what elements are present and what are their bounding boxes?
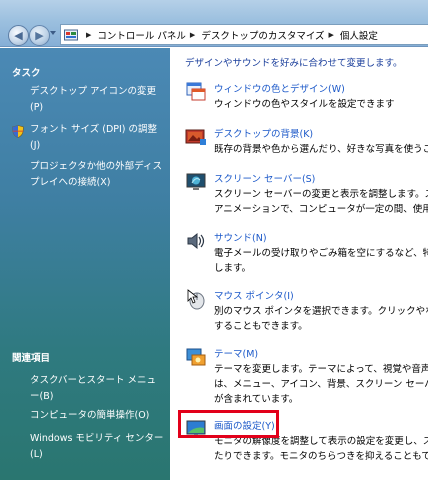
theme-description: テーマを変更します。テーマによって、視覚や音声 は、メニュー、アイコン、背景、ス… [214, 364, 428, 405]
mouse-pointer-link[interactable]: マウス ポインタ(I) [214, 288, 294, 302]
uac-shield-icon [12, 125, 24, 138]
related-mobility-center[interactable]: Windows モビリティ センター(L) [30, 431, 165, 463]
breadcrumb-separator-icon: ▶ [86, 30, 92, 39]
sound-link[interactable]: サウンド(N) [214, 230, 267, 244]
mouse-pointer-icon [187, 289, 205, 310]
personalization-panel: デザインやサウンドを好みに合わせて変更します。 ウィンドウの色とデザイン(W) … [171, 48, 428, 480]
screen-saver-description: スクリーン セーバーの変更と表示を調整します。ス アニメーションで、コンピュータ… [214, 189, 428, 215]
back-button[interactable]: ◀ [8, 25, 29, 46]
tasks-header: タスク [12, 68, 41, 79]
display-settings-highlight-box [178, 410, 279, 438]
theme-link[interactable]: テーマ(M) [214, 346, 258, 360]
forward-button[interactable]: ▶ [29, 25, 50, 46]
back-arrow-icon: ◀ [14, 29, 23, 42]
window-color-icon [186, 82, 206, 101]
desktop-background-description: 既存の背景や色から選んだり、好きな写真を使うこ [214, 144, 428, 155]
related-taskbar-start-menu[interactable]: タスクバーとスタート メニュー(B) [30, 373, 165, 405]
desktop-background-icon [185, 129, 206, 145]
breadcrumb-personalization[interactable]: 個人設定 [340, 28, 378, 42]
breadcrumb-control-panel[interactable]: コントロール パネル [97, 28, 186, 42]
related-ease-of-access[interactable]: コンピュータの簡単操作(O) [30, 408, 165, 424]
page-intro-text: デザインやサウンドを好みに合わせて変更します。 [185, 58, 403, 69]
related-header: 関連項目 [12, 353, 51, 364]
window-title-bar: ◀ ▶ ▶ コントロール パネル ▶ デスクトップのカスタマイズ ▶ 個人設定 [0, 0, 428, 47]
window-color-description: ウィンドウの色やスタイルを設定できます [214, 99, 395, 110]
task-sidebar: タスク デスクトップ アイコンの変更(P) フォント サイズ (DPI) の調整… [0, 48, 170, 480]
task-adjust-font-size-dpi[interactable]: フォント サイズ (DPI) の調整(J) [30, 122, 165, 154]
theme-icon [186, 348, 206, 366]
breadcrumb-separator-icon: ▶ [189, 30, 196, 39]
control-panel-icon [64, 29, 78, 40]
task-connect-projector[interactable]: プロジェクタか他の外部ディスプレイへの接続(X) [30, 159, 165, 191]
sound-speaker-icon [187, 232, 205, 250]
breadcrumb-desktop-customization[interactable]: デスクトップのカスタマイズ [201, 28, 324, 42]
window-color-link[interactable]: ウィンドウの色とデザイン(W) [214, 81, 345, 95]
sound-description: 電子メールの受け取りやごみ箱を空にするなど、特定 します。 [214, 248, 428, 274]
mouse-pointer-description: 別のマウス ポインタを選択できます。クリックやな することもできます。 [214, 306, 428, 332]
task-change-desktop-icons[interactable]: デスクトップ アイコンの変更(P) [30, 84, 165, 116]
address-bar[interactable]: ▶ コントロール パネル ▶ デスクトップのカスタマイズ ▶ 個人設定 [60, 24, 428, 45]
breadcrumb-separator-icon: ▶ [328, 30, 334, 39]
desktop-background-link[interactable]: デスクトップの背景(K) [214, 126, 313, 140]
forward-arrow-icon: ▶ [35, 29, 44, 42]
screen-saver-icon [186, 173, 206, 190]
recent-pages-dropdown-icon[interactable] [50, 31, 56, 35]
screen-saver-link[interactable]: スクリーン セーバー(S) [214, 171, 315, 185]
display-settings-description: モニタの解像度を調整して表示の設定を変更し、ス たりできます。モニタのちらつきを… [214, 436, 428, 462]
